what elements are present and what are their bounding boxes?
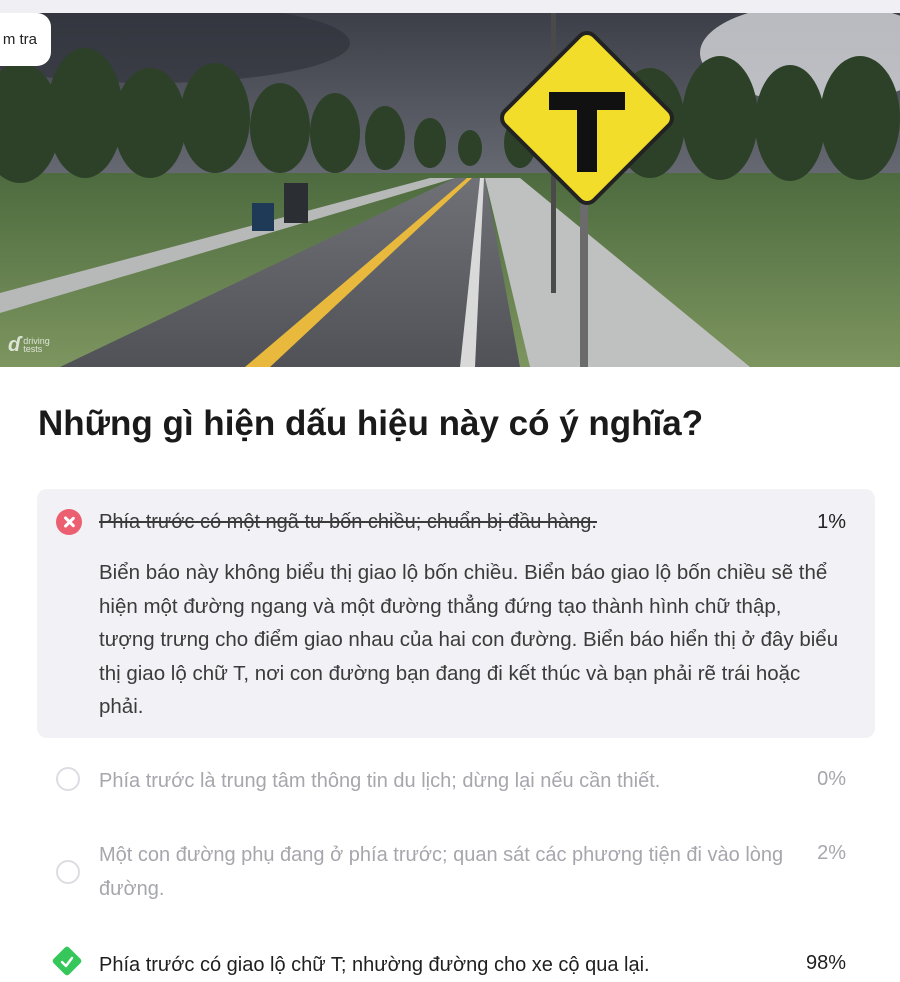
answer-percent: 2% xyxy=(817,842,846,864)
answer-text: Một con đường phụ đang ở phía trước; qua… xyxy=(99,844,784,900)
wrong-icon xyxy=(56,509,82,535)
question-image xyxy=(0,13,900,367)
road-sign-photo xyxy=(0,13,900,367)
brand-watermark: ɗ driving tests xyxy=(8,334,50,356)
answer-option-wrong[interactable]: Phía trước có một ngã tư bốn chiều; chuẩ… xyxy=(37,489,875,738)
answer-percent: 1% xyxy=(817,511,846,533)
answer-percent: 0% xyxy=(817,768,846,790)
answer-text: Phía trước là trung tâm thông tin du lịc… xyxy=(99,770,661,792)
check-mark-icon xyxy=(60,956,74,968)
radio-empty-icon xyxy=(56,767,80,791)
tab-label-text: m tra xyxy=(2,31,37,48)
question-title: Những gì hiện dấu hiệu này có ý nghĩa? xyxy=(38,404,704,443)
answer-explanation: Biển báo này không biểu thị giao lộ bốn … xyxy=(99,561,839,718)
answer-text: Phía trước có giao lộ chữ T; nhường đườn… xyxy=(99,954,650,976)
answer-text: Phía trước có một ngã tư bốn chiều; chuẩ… xyxy=(99,511,597,533)
tab-label[interactable]: m tra xyxy=(0,13,51,66)
radio-empty-icon xyxy=(56,860,80,884)
answer-percent: 98% xyxy=(805,952,846,974)
answer-option[interactable]: Phía trước là trung tâm thông tin du lịc… xyxy=(37,762,875,802)
brand-text: driving tests xyxy=(23,336,50,354)
brand-logo-icon: ɗ xyxy=(8,334,21,356)
top-strip xyxy=(0,0,900,13)
answer-option[interactable]: Một con đường phụ đang ở phía trước; qua… xyxy=(37,838,875,908)
answer-option-correct[interactable]: Phía trước có giao lộ chữ T; nhường đườn… xyxy=(37,945,875,980)
